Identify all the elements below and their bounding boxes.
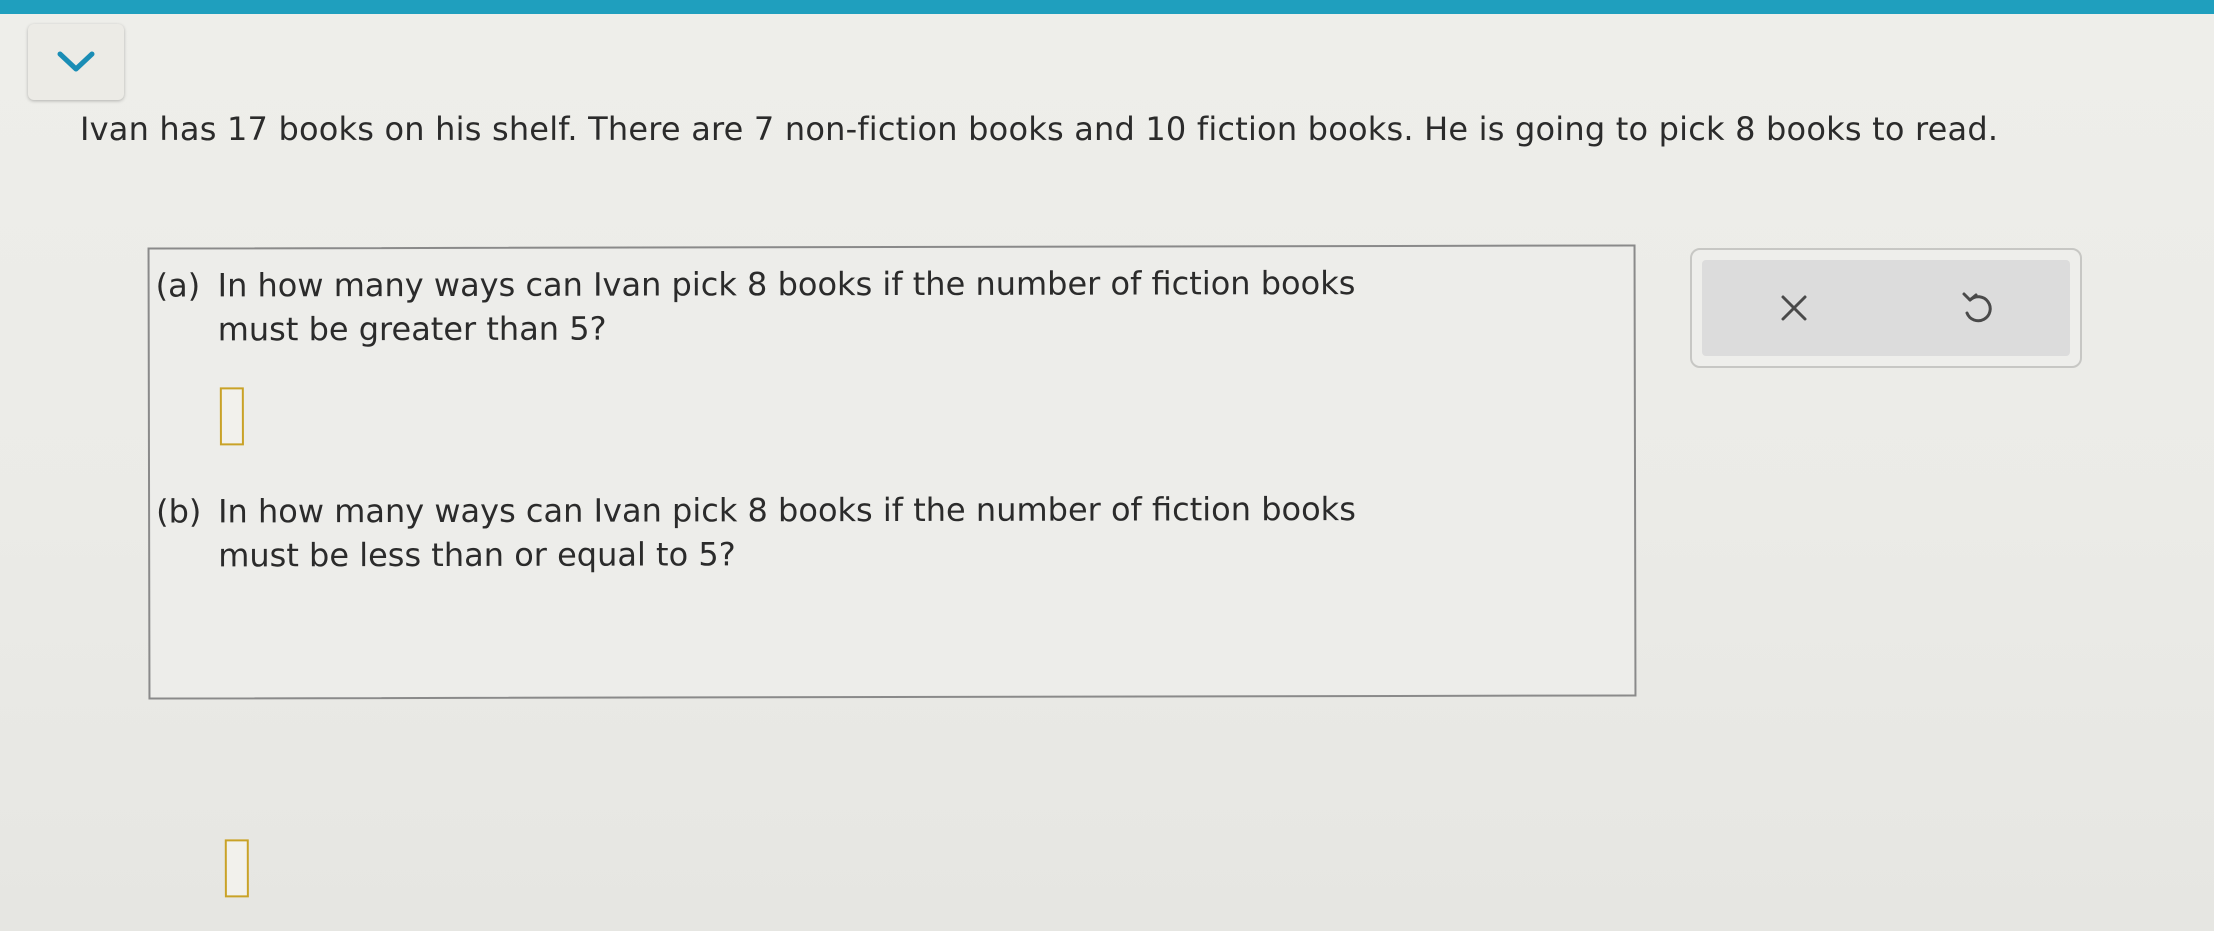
clear-button[interactable] — [1754, 273, 1834, 343]
part-a-text-line1: In how many ways can Ivan pick 8 books i… — [217, 264, 1356, 305]
part-b: (b) In how many ways can Ivan pick 8 boo… — [150, 487, 1450, 898]
part-b-line2: must be less than or equal to 5? — [150, 531, 1450, 578]
part-b-answer-input[interactable] — [224, 839, 249, 898]
part-a-answer-input[interactable] — [219, 387, 244, 446]
part-a: (a) In how many ways can Ivan pick 8 boo… — [150, 261, 1450, 446]
part-a-text-line2: must be greater than 5? — [217, 309, 607, 349]
x-icon — [1781, 295, 1807, 321]
part-b-text-line2: must be less than or equal to 5? — [218, 535, 736, 575]
part-b-line1: (b) In how many ways can Ivan pick 8 boo… — [150, 487, 1450, 534]
question-page: Ivan has 17 books on his shelf. There ar… — [0, 14, 2214, 931]
undo-icon — [1962, 292, 1992, 323]
undo-button[interactable] — [1938, 273, 2018, 343]
part-a-label: (a) — [155, 266, 201, 305]
part-b-label: (b) — [156, 492, 202, 531]
problem-statement: Ivan has 17 books on his shelf. There ar… — [80, 110, 1999, 148]
part-b-text-line1: In how many ways can Ivan pick 8 books i… — [218, 490, 1356, 531]
part-a-line1: (a) In how many ways can Ivan pick 8 boo… — [150, 261, 1450, 308]
answer-tools-panel — [1690, 248, 2082, 368]
question-parts-box: (a) In how many ways can Ivan pick 8 boo… — [147, 244, 1637, 898]
answer-tools-bar — [1702, 260, 2070, 356]
chevron-down-icon — [57, 51, 95, 72]
collapse-toggle-button[interactable] — [28, 24, 124, 100]
part-a-line2: must be greater than 5? — [150, 305, 1450, 352]
